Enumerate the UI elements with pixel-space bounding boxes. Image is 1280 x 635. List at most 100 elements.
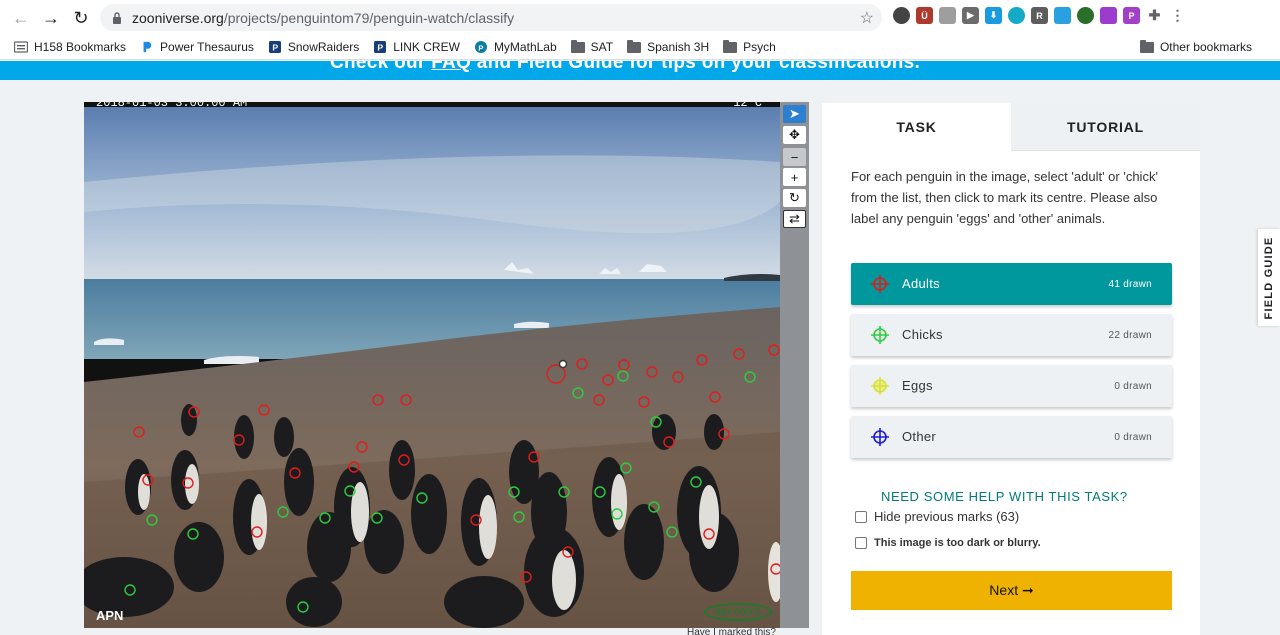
folder-icon: [627, 39, 642, 53]
other-bookmarks[interactable]: Other bookmarks: [1139, 39, 1252, 54]
banner-text: Check our FAQ and Field Guide for tips o…: [330, 61, 920, 74]
tool-count: 22 drawn: [1108, 330, 1152, 341]
bookmark-label: H158 Bookmarks: [34, 40, 127, 54]
forward-icon[interactable]: →: [36, 3, 66, 33]
extension-icon[interactable]: Ü: [916, 7, 933, 24]
bookmark-spanish-3h[interactable]: Spanish 3H: [627, 39, 710, 54]
bookmark-h158[interactable]: H158 Bookmarks: [14, 40, 126, 54]
bookmark-sat[interactable]: SAT: [570, 39, 614, 54]
hide-marks-label: Hide previous marks (63): [874, 509, 1020, 524]
reset-icon[interactable]: ⇄: [783, 210, 806, 228]
bookmark-power-thesaurus[interactable]: Power Thesaurus: [140, 40, 254, 54]
field-guide-tab[interactable]: FIELD GUIDE: [1258, 229, 1280, 326]
pointer-icon[interactable]: ➤: [783, 105, 806, 123]
help-link[interactable]: NEED SOME HELP WITH THIS TASK?: [881, 489, 1128, 504]
lock-icon: [113, 11, 121, 24]
pearson-icon: P: [474, 41, 487, 53]
extension-icon[interactable]: ▶: [962, 7, 979, 24]
checkbox[interactable]: [855, 537, 867, 549]
tool-adults-button[interactable]: Adults 41 drawn: [851, 263, 1172, 305]
tool-label: Chicks: [902, 327, 943, 342]
power-thesaurus-icon: [143, 41, 152, 53]
task-instructions: For each penguin in the image, select 'a…: [851, 169, 1158, 226]
puzzle-icon[interactable]: ✚: [1146, 7, 1163, 24]
folder-icon: [723, 39, 738, 53]
too-dark-checkbox[interactable]: This image is too dark or blurry.: [855, 537, 1041, 549]
zooniverse-page: Check our FAQ and Field Guide for tips o…: [0, 61, 1280, 635]
zoom-out-icon[interactable]: −: [783, 148, 806, 166]
bookmark-snowraiders[interactable]: P SnowRaiders: [268, 40, 359, 54]
extension-icon[interactable]: [939, 7, 956, 24]
faq-link[interactable]: FAQ: [431, 61, 471, 73]
bookmark-psych[interactable]: Psych: [723, 39, 776, 54]
penguin-photo[interactable]: 2018-01-03 3:00:00 AM 12°C APN RECONYX: [84, 102, 780, 628]
tool-count: 0 drawn: [1114, 432, 1152, 443]
url-path: /projects/penguintom79/penguin-watch/cla…: [223, 9, 515, 26]
penguin-scene: [84, 102, 780, 628]
subject-viewer: 2018-01-03 3:00:00 AM 12°C APN RECONYX ➤…: [84, 102, 809, 628]
bookmark-mymathlab[interactable]: P MyMathLab: [474, 40, 557, 54]
bookmark-label: Spanish 3H: [647, 40, 710, 54]
extension-icon[interactable]: [1100, 7, 1117, 24]
tool-count: 41 drawn: [1108, 279, 1152, 290]
checkbox[interactable]: [855, 510, 867, 523]
extensions: Ü ▶ ⬇ R P ✚ ⋮: [893, 7, 1186, 24]
crosshair-icon: [871, 275, 889, 293]
folder-icon: [570, 39, 585, 53]
tool-eggs-button[interactable]: Eggs 0 drawn: [851, 365, 1172, 407]
crosshair-icon: [871, 377, 889, 395]
extension-icon[interactable]: R: [1031, 7, 1048, 24]
url-host: zooniverse.org: [132, 9, 224, 26]
tab-task[interactable]: TASK: [822, 103, 1011, 151]
zoom-in-icon[interactable]: +: [783, 168, 806, 186]
back-icon[interactable]: ←: [6, 3, 36, 33]
p-icon: P: [374, 41, 387, 53]
tool-label: Adults: [902, 276, 940, 291]
tool-count: 0 drawn: [1114, 381, 1152, 392]
bookmark-label: SAT: [590, 40, 614, 54]
extension-icon[interactable]: [1077, 7, 1094, 24]
extension-icon[interactable]: ⬇: [985, 7, 1002, 24]
tips-banner: Check our FAQ and Field Guide for tips o…: [0, 61, 1280, 80]
folder-icon: [1139, 39, 1154, 53]
other-bookmarks-label: Other bookmarks: [1159, 40, 1252, 54]
extension-icon[interactable]: [893, 7, 910, 24]
field-guide-label: FIELD GUIDE: [1263, 236, 1275, 319]
bookmark-link-crew[interactable]: P LINK CREW: [373, 40, 460, 54]
banner-text-before: Check our: [330, 61, 432, 73]
svg-text:P: P: [272, 42, 278, 52]
tab-tutorial[interactable]: TUTORIAL: [1011, 103, 1200, 151]
bookmark-label: Power Thesaurus: [160, 40, 254, 54]
bookmark-label: Psych: [743, 40, 776, 54]
crosshair-icon: [871, 326, 889, 344]
bookmark-star-icon[interactable]: ☆: [860, 8, 874, 28]
tool-label: Eggs: [902, 378, 933, 393]
image-toolbar: ➤ ✥ − + ↻ ⇄: [780, 102, 809, 628]
address-bar[interactable]: zooniverse.org/projects/penguintom79/pen…: [100, 4, 882, 31]
tool-other-button[interactable]: Other 0 drawn: [851, 416, 1172, 458]
move-icon[interactable]: ✥: [783, 126, 806, 144]
banner-text-after: and Field Guide for tips on your classif…: [471, 61, 921, 73]
bookmarks-folder-icon: [14, 41, 28, 53]
tool-label: Other: [902, 429, 937, 444]
task-panel: TASK TUTORIAL For each penguin in the im…: [822, 103, 1200, 635]
tool-chicks-button[interactable]: Chicks 22 drawn: [851, 314, 1172, 356]
browser-toolbar: ← → ↻ zooniverse.org/projects/penguintom…: [0, 0, 1280, 35]
svg-text:P: P: [478, 43, 483, 52]
bookmarks-bar: H158 Bookmarks Power Thesaurus P SnowRai…: [0, 35, 1280, 60]
rotate-icon[interactable]: ↻: [783, 189, 806, 207]
bookmark-label: SnowRaiders: [287, 40, 360, 54]
crosshair-icon: [871, 428, 889, 446]
svg-text:P: P: [378, 42, 384, 52]
extension-icon[interactable]: [1054, 7, 1071, 24]
camera-brand-logo: RECONYX: [704, 603, 772, 621]
extension-icon[interactable]: [1008, 7, 1025, 24]
extension-icon[interactable]: P: [1123, 7, 1140, 24]
too-dark-label: This image is too dark or blurry.: [874, 537, 1041, 549]
menu-icon[interactable]: ⋮: [1169, 7, 1186, 24]
hide-marks-checkbox[interactable]: Hide previous marks (63): [855, 509, 1019, 524]
camera-label: APN: [96, 608, 124, 623]
next-button[interactable]: Next ➞: [851, 571, 1172, 610]
camera-timestamp: 2018-01-03 3:00:00 AM: [96, 102, 248, 110]
reload-icon[interactable]: ↻: [66, 3, 96, 33]
